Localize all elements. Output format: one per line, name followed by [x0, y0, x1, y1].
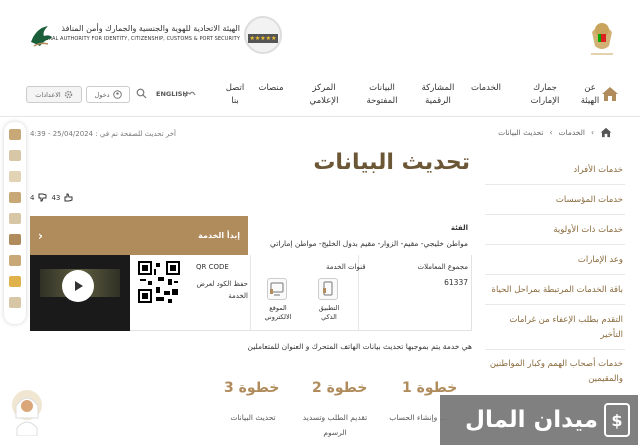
step-1-title: خطوة 1	[402, 380, 458, 396]
watermark-overlay: ميدان المال $	[440, 395, 638, 445]
gear-icon	[64, 90, 72, 99]
login-button[interactable]: دخول	[86, 86, 130, 103]
sidebar-item-life-stages[interactable]: باقة الخدمات المرتبطة بمراحل الحياة	[485, 277, 625, 305]
sidebar-item-uae-promise[interactable]: وعد الإمارات	[485, 247, 625, 275]
sidebar-item-fine-exemption[interactable]: التقدم بطلب الإعفاء من غرامات التأخير	[485, 307, 625, 350]
settings-label: الاعدادات	[35, 90, 61, 99]
transactions-label: مجموع المعاملات	[417, 263, 468, 271]
share-icon[interactable]	[9, 213, 21, 224]
virtual-assistant-avatar[interactable]	[10, 388, 44, 436]
view-360-icon[interactable]	[9, 234, 21, 245]
search-icon[interactable]	[136, 88, 147, 99]
card-divider	[250, 255, 251, 331]
smart-app-icon[interactable]	[318, 278, 338, 300]
nav-item-label: منصات	[258, 83, 284, 93]
authority-name-en: FEDERAL AUTHORITY FOR IDENTITY, CITIZENS…	[35, 36, 240, 42]
sidebar-item-determination[interactable]: خدمات أصحاب الهمم وكبار المواطنين والمقي…	[485, 351, 625, 393]
accessibility-toolbar	[4, 122, 26, 324]
breadcrumb: › الخدمات › تحديث البيانات	[498, 127, 612, 138]
service-description: هي خدمة يتم بموجبها تحديث بيانات الهاتف …	[247, 342, 473, 351]
qr-code-title: QR CODE	[196, 263, 229, 271]
start-service-label: إبدأ الخدمة	[198, 231, 240, 240]
sidebar-item-individuals[interactable]: خدمات الأفراد	[485, 157, 625, 185]
play-button[interactable]	[62, 270, 94, 302]
nav-item-label: اتصل بنا	[225, 83, 245, 106]
chat-icon[interactable]	[9, 255, 21, 266]
header-divider	[0, 116, 640, 117]
login-label: دخول	[94, 90, 110, 99]
website-icon[interactable]	[267, 278, 287, 300]
nav-item-label: البيانات المفتوحة	[366, 83, 398, 106]
nav-item-label: المشاركة الرقمية	[421, 83, 455, 106]
last-updated-text: أخر تحديث للصفحة تم في : 25/04/2024 - 4:…	[30, 130, 177, 138]
thumbs-up-icon[interactable]	[64, 193, 73, 202]
nav-item-open-data[interactable]: البيانات المفتوحة	[362, 82, 402, 108]
nav-item-label: عن الهيئة	[580, 83, 600, 106]
nav-item-about[interactable]: عن الهيئة	[578, 82, 602, 108]
qr-code-description: حفظ الكود لعرض الخدمة	[196, 280, 248, 300]
accessibility-icon[interactable]	[9, 129, 21, 140]
nav-item-platforms[interactable]: منصات	[256, 82, 286, 95]
channel-web-label: الموقع الالكتروني	[264, 304, 292, 321]
breadcrumb-separator: ›	[591, 128, 594, 137]
falcon-logo-icon	[31, 26, 52, 47]
category-value: مواطن خليجي- مقيم- الزوار- مقيم بدول الخ…	[270, 239, 468, 248]
breadcrumb-separator: ›	[549, 128, 553, 137]
stars-badge-text: ★★★★★	[247, 34, 279, 43]
nav-item-services[interactable]: الخدمات	[468, 82, 504, 95]
sign-language-icon[interactable]	[183, 89, 197, 99]
document-icon[interactable]	[9, 150, 21, 161]
print-icon[interactable]	[9, 192, 21, 203]
chevron-left-icon: ‹	[38, 228, 43, 243]
start-service-button[interactable]: إبدأ الخدمة ‹	[30, 216, 248, 255]
feedback-counts: 4 43	[30, 193, 73, 202]
service-channels-label: قنوات الخدمة	[326, 263, 366, 271]
rating-stars-badge: ★★★★★	[244, 16, 282, 54]
dislike-count: 4	[30, 193, 35, 202]
sidebar-item-priority[interactable]: خدمات ذات الأولوية	[485, 217, 625, 245]
nav-item-label: الخدمات	[470, 83, 502, 93]
happiness-icon[interactable]	[9, 276, 21, 287]
home-icon[interactable]	[601, 86, 619, 102]
breadcrumb-item-services[interactable]: الخدمات	[558, 128, 585, 137]
breadcrumb-item-current: تحديث البيانات	[498, 128, 544, 137]
list-icon[interactable]	[9, 171, 21, 182]
info-icon[interactable]	[9, 297, 21, 308]
page-title: تحديث البيانات	[313, 150, 470, 175]
nav-item-label: جمارك الإمارات	[530, 83, 560, 106]
nav-item-contact[interactable]: اتصل بنا	[222, 82, 248, 108]
step-3-desc: تحديث البيانات	[230, 413, 276, 422]
authority-name[interactable]: الهيئة الاتحادية للهوية والجنسية والجمار…	[30, 24, 240, 42]
uae-emblem-logo[interactable]	[588, 18, 616, 58]
breadcrumb-home-icon[interactable]	[600, 127, 612, 138]
play-icon	[75, 281, 83, 291]
watermark-logo: $	[604, 403, 630, 437]
step-3-title: خطوة 3	[224, 380, 280, 396]
transactions-value: 61337	[444, 278, 468, 287]
nav-item-uae-customs[interactable]: جمارك الإمارات	[527, 82, 563, 108]
channel-app-label: التطبيق الذكي	[318, 304, 340, 321]
step-2-title: خطوة 2	[312, 380, 368, 396]
nav-item-label: المركز الإعلامي	[309, 83, 339, 106]
nav-item-media-center[interactable]: المركز الإعلامي	[304, 82, 344, 108]
qr-code-image[interactable]	[138, 261, 180, 303]
nav-item-digital-participation[interactable]: المشاركة الرقمية	[418, 82, 458, 108]
watermark-text: ميدان المال	[465, 407, 598, 433]
page: { "header": { "uae_emblem_caption": "Uni…	[0, 0, 640, 447]
thumbs-down-icon[interactable]	[38, 193, 47, 202]
authority-name-ar: الهيئة الاتحادية للهوية والجنسية والجمار…	[61, 24, 240, 33]
user-icon	[112, 90, 122, 99]
settings-button[interactable]: الاعدادات	[26, 86, 82, 103]
sidebar-item-establishments[interactable]: خدمات المؤسسات	[485, 187, 625, 215]
like-count: 43	[51, 193, 61, 202]
category-label: الفئة	[450, 224, 468, 232]
